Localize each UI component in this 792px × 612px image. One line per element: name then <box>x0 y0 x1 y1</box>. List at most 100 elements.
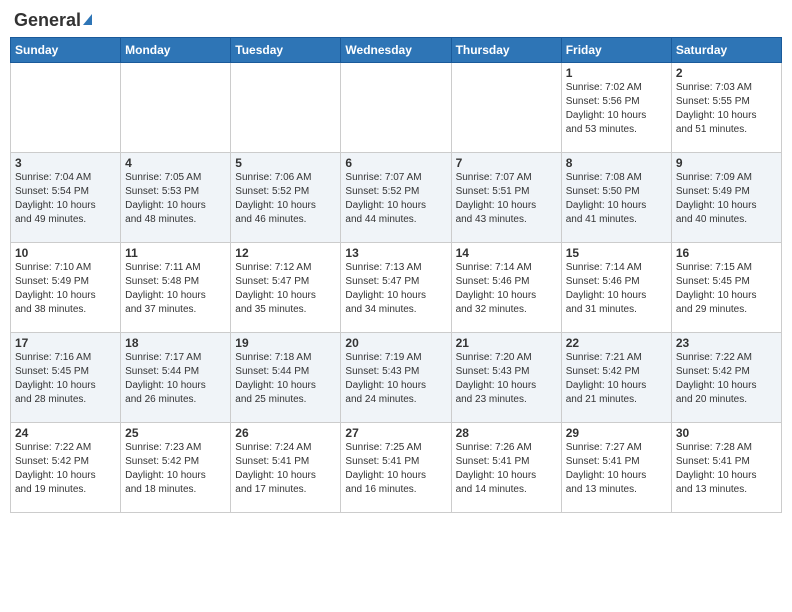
calendar-header-row: SundayMondayTuesdayWednesdayThursdayFrid… <box>11 38 782 63</box>
cell-sun-info: Sunrise: 7:14 AM Sunset: 5:46 PM Dayligh… <box>456 261 557 317</box>
calendar-cell: 15Sunrise: 7:14 AM Sunset: 5:46 PM Dayli… <box>561 243 671 333</box>
day-number: 11 <box>125 246 226 260</box>
cell-sun-info: Sunrise: 7:16 AM Sunset: 5:45 PM Dayligh… <box>15 351 116 407</box>
day-number: 17 <box>15 336 116 350</box>
cell-sun-info: Sunrise: 7:23 AM Sunset: 5:42 PM Dayligh… <box>125 441 226 497</box>
calendar-cell: 11Sunrise: 7:11 AM Sunset: 5:48 PM Dayli… <box>121 243 231 333</box>
calendar-cell: 8Sunrise: 7:08 AM Sunset: 5:50 PM Daylig… <box>561 153 671 243</box>
logo-general: General <box>14 10 81 31</box>
calendar-cell: 27Sunrise: 7:25 AM Sunset: 5:41 PM Dayli… <box>341 423 451 513</box>
cell-sun-info: Sunrise: 7:08 AM Sunset: 5:50 PM Dayligh… <box>566 171 667 227</box>
calendar-cell <box>231 63 341 153</box>
day-number: 19 <box>235 336 336 350</box>
calendar-cell: 16Sunrise: 7:15 AM Sunset: 5:45 PM Dayli… <box>671 243 781 333</box>
day-number: 4 <box>125 156 226 170</box>
day-number: 1 <box>566 66 667 80</box>
calendar-cell: 12Sunrise: 7:12 AM Sunset: 5:47 PM Dayli… <box>231 243 341 333</box>
calendar-week-row: 17Sunrise: 7:16 AM Sunset: 5:45 PM Dayli… <box>11 333 782 423</box>
day-number: 18 <box>125 336 226 350</box>
cell-sun-info: Sunrise: 7:22 AM Sunset: 5:42 PM Dayligh… <box>15 441 116 497</box>
cell-sun-info: Sunrise: 7:05 AM Sunset: 5:53 PM Dayligh… <box>125 171 226 227</box>
day-number: 12 <box>235 246 336 260</box>
weekday-header: Friday <box>561 38 671 63</box>
weekday-header: Thursday <box>451 38 561 63</box>
calendar-week-row: 1Sunrise: 7:02 AM Sunset: 5:56 PM Daylig… <box>11 63 782 153</box>
day-number: 29 <box>566 426 667 440</box>
day-number: 16 <box>676 246 777 260</box>
cell-sun-info: Sunrise: 7:22 AM Sunset: 5:42 PM Dayligh… <box>676 351 777 407</box>
cell-sun-info: Sunrise: 7:27 AM Sunset: 5:41 PM Dayligh… <box>566 441 667 497</box>
day-number: 9 <box>676 156 777 170</box>
calendar-cell: 29Sunrise: 7:27 AM Sunset: 5:41 PM Dayli… <box>561 423 671 513</box>
calendar-cell: 2Sunrise: 7:03 AM Sunset: 5:55 PM Daylig… <box>671 63 781 153</box>
cell-sun-info: Sunrise: 7:10 AM Sunset: 5:49 PM Dayligh… <box>15 261 116 317</box>
day-number: 5 <box>235 156 336 170</box>
cell-sun-info: Sunrise: 7:07 AM Sunset: 5:51 PM Dayligh… <box>456 171 557 227</box>
cell-sun-info: Sunrise: 7:20 AM Sunset: 5:43 PM Dayligh… <box>456 351 557 407</box>
weekday-header: Wednesday <box>341 38 451 63</box>
calendar-week-row: 10Sunrise: 7:10 AM Sunset: 5:49 PM Dayli… <box>11 243 782 333</box>
weekday-header: Saturday <box>671 38 781 63</box>
cell-sun-info: Sunrise: 7:02 AM Sunset: 5:56 PM Dayligh… <box>566 81 667 137</box>
cell-sun-info: Sunrise: 7:07 AM Sunset: 5:52 PM Dayligh… <box>345 171 446 227</box>
calendar-cell: 7Sunrise: 7:07 AM Sunset: 5:51 PM Daylig… <box>451 153 561 243</box>
cell-sun-info: Sunrise: 7:13 AM Sunset: 5:47 PM Dayligh… <box>345 261 446 317</box>
logo-triangle-icon <box>83 14 92 25</box>
day-number: 22 <box>566 336 667 350</box>
cell-sun-info: Sunrise: 7:18 AM Sunset: 5:44 PM Dayligh… <box>235 351 336 407</box>
calendar-cell: 3Sunrise: 7:04 AM Sunset: 5:54 PM Daylig… <box>11 153 121 243</box>
calendar-cell: 24Sunrise: 7:22 AM Sunset: 5:42 PM Dayli… <box>11 423 121 513</box>
day-number: 24 <box>15 426 116 440</box>
calendar-cell: 26Sunrise: 7:24 AM Sunset: 5:41 PM Dayli… <box>231 423 341 513</box>
cell-sun-info: Sunrise: 7:09 AM Sunset: 5:49 PM Dayligh… <box>676 171 777 227</box>
day-number: 15 <box>566 246 667 260</box>
calendar-cell <box>341 63 451 153</box>
page-header: General <box>10 10 782 29</box>
cell-sun-info: Sunrise: 7:17 AM Sunset: 5:44 PM Dayligh… <box>125 351 226 407</box>
day-number: 20 <box>345 336 446 350</box>
day-number: 28 <box>456 426 557 440</box>
day-number: 2 <box>676 66 777 80</box>
cell-sun-info: Sunrise: 7:21 AM Sunset: 5:42 PM Dayligh… <box>566 351 667 407</box>
calendar-cell: 10Sunrise: 7:10 AM Sunset: 5:49 PM Dayli… <box>11 243 121 333</box>
day-number: 3 <box>15 156 116 170</box>
calendar-cell: 18Sunrise: 7:17 AM Sunset: 5:44 PM Dayli… <box>121 333 231 423</box>
cell-sun-info: Sunrise: 7:11 AM Sunset: 5:48 PM Dayligh… <box>125 261 226 317</box>
cell-sun-info: Sunrise: 7:12 AM Sunset: 5:47 PM Dayligh… <box>235 261 336 317</box>
calendar-cell: 5Sunrise: 7:06 AM Sunset: 5:52 PM Daylig… <box>231 153 341 243</box>
calendar-week-row: 3Sunrise: 7:04 AM Sunset: 5:54 PM Daylig… <box>11 153 782 243</box>
cell-sun-info: Sunrise: 7:24 AM Sunset: 5:41 PM Dayligh… <box>235 441 336 497</box>
day-number: 8 <box>566 156 667 170</box>
day-number: 6 <box>345 156 446 170</box>
day-number: 26 <box>235 426 336 440</box>
calendar-cell: 4Sunrise: 7:05 AM Sunset: 5:53 PM Daylig… <box>121 153 231 243</box>
calendar-cell: 9Sunrise: 7:09 AM Sunset: 5:49 PM Daylig… <box>671 153 781 243</box>
day-number: 30 <box>676 426 777 440</box>
cell-sun-info: Sunrise: 7:03 AM Sunset: 5:55 PM Dayligh… <box>676 81 777 137</box>
calendar-cell: 1Sunrise: 7:02 AM Sunset: 5:56 PM Daylig… <box>561 63 671 153</box>
day-number: 14 <box>456 246 557 260</box>
day-number: 27 <box>345 426 446 440</box>
weekday-header: Sunday <box>11 38 121 63</box>
cell-sun-info: Sunrise: 7:14 AM Sunset: 5:46 PM Dayligh… <box>566 261 667 317</box>
calendar-cell: 28Sunrise: 7:26 AM Sunset: 5:41 PM Dayli… <box>451 423 561 513</box>
calendar-cell: 21Sunrise: 7:20 AM Sunset: 5:43 PM Dayli… <box>451 333 561 423</box>
cell-sun-info: Sunrise: 7:15 AM Sunset: 5:45 PM Dayligh… <box>676 261 777 317</box>
day-number: 21 <box>456 336 557 350</box>
calendar-cell: 14Sunrise: 7:14 AM Sunset: 5:46 PM Dayli… <box>451 243 561 333</box>
day-number: 7 <box>456 156 557 170</box>
day-number: 13 <box>345 246 446 260</box>
calendar-cell: 23Sunrise: 7:22 AM Sunset: 5:42 PM Dayli… <box>671 333 781 423</box>
cell-sun-info: Sunrise: 7:25 AM Sunset: 5:41 PM Dayligh… <box>345 441 446 497</box>
calendar-cell: 30Sunrise: 7:28 AM Sunset: 5:41 PM Dayli… <box>671 423 781 513</box>
calendar-cell <box>451 63 561 153</box>
calendar-cell: 17Sunrise: 7:16 AM Sunset: 5:45 PM Dayli… <box>11 333 121 423</box>
calendar-cell: 25Sunrise: 7:23 AM Sunset: 5:42 PM Dayli… <box>121 423 231 513</box>
logo: General <box>14 10 92 29</box>
cell-sun-info: Sunrise: 7:19 AM Sunset: 5:43 PM Dayligh… <box>345 351 446 407</box>
calendar-cell <box>11 63 121 153</box>
calendar-cell <box>121 63 231 153</box>
cell-sun-info: Sunrise: 7:06 AM Sunset: 5:52 PM Dayligh… <box>235 171 336 227</box>
calendar-cell: 20Sunrise: 7:19 AM Sunset: 5:43 PM Dayli… <box>341 333 451 423</box>
calendar-body: 1Sunrise: 7:02 AM Sunset: 5:56 PM Daylig… <box>11 63 782 513</box>
